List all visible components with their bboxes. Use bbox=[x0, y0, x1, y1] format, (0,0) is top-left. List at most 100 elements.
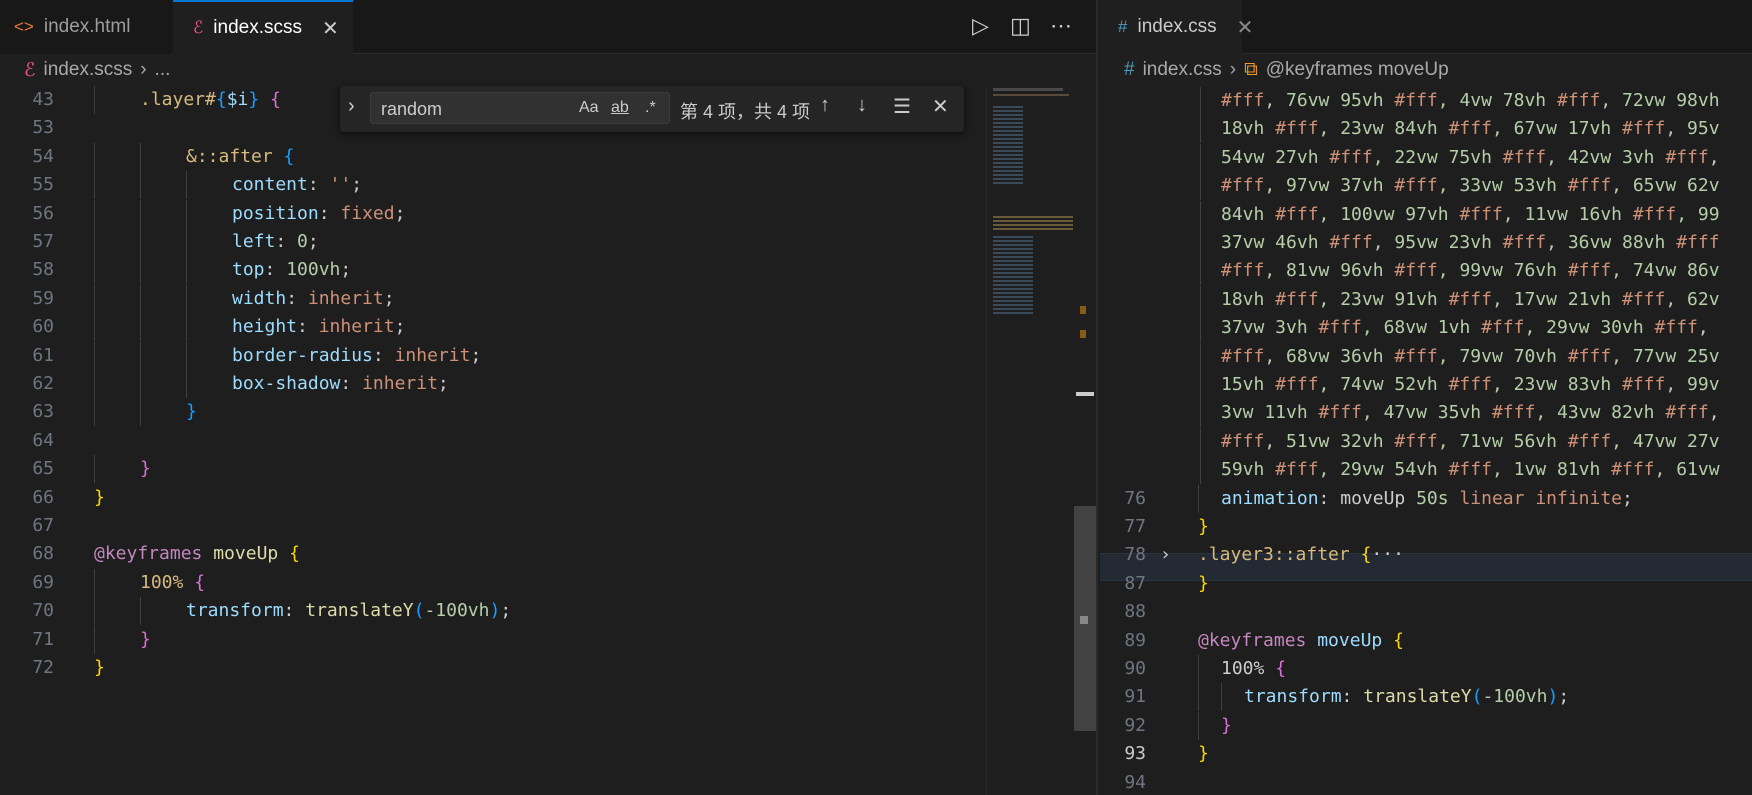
next-match-arrow-icon[interactable]: ↓ bbox=[857, 94, 867, 117]
code-line[interactable]: 66} bbox=[0, 484, 986, 512]
more-actions-icon[interactable]: ⋯ bbox=[1050, 13, 1072, 39]
tab-index-scss[interactable]: ℰ index.scss ✕ bbox=[173, 0, 353, 54]
match-whole-word-toggle[interactable]: ab bbox=[611, 99, 629, 117]
indent-guide bbox=[186, 313, 187, 342]
indent-guide bbox=[1198, 655, 1199, 683]
code-line[interactable]: 94 bbox=[1100, 769, 1752, 795]
close-icon[interactable]: ✕ bbox=[1237, 15, 1254, 40]
indent-guide bbox=[94, 313, 95, 342]
code-text: 84vh #fff, 100vw 97vh #fff, 11vw 16vh #f… bbox=[1221, 203, 1720, 225]
match-case-toggle[interactable]: Aa bbox=[579, 99, 599, 117]
code-line[interactable]: 91 transform: translateY(-100vh); bbox=[1100, 683, 1752, 712]
indent-guide bbox=[1200, 200, 1201, 229]
code-line[interactable]: 67 bbox=[0, 512, 986, 540]
line-number: 89 bbox=[1124, 629, 1146, 651]
tab-label: index.scss bbox=[213, 17, 302, 38]
code-line[interactable]: 71} bbox=[0, 625, 986, 654]
line-number: 60 bbox=[32, 316, 54, 338]
code-line[interactable]: 64 bbox=[0, 427, 986, 455]
scrollbar-thumb[interactable] bbox=[1074, 506, 1096, 731]
line-number: 67 bbox=[32, 515, 54, 536]
minimap[interactable] bbox=[986, 86, 1075, 795]
code-text: #fff, 97vw 37vh #fff, 33vw 53vh #fff, 65… bbox=[1221, 175, 1720, 197]
code-line[interactable]: 70 transform: translateY(-100vh); bbox=[0, 597, 986, 626]
indent-guide bbox=[140, 284, 141, 313]
line-number: 93 bbox=[1124, 743, 1146, 765]
code-text: .layer3::after {··· bbox=[1198, 544, 1404, 566]
breadcrumb-rest[interactable]: ... bbox=[155, 59, 171, 81]
line-number: 77 bbox=[1124, 516, 1146, 537]
breadcrumb-file[interactable]: index.css bbox=[1143, 59, 1222, 81]
code-text: border-radius: inherit; bbox=[232, 344, 482, 366]
code-line[interactable]: 62 box-shadow: inherit; bbox=[0, 370, 986, 398]
code-text: @keyframes moveUp { bbox=[1198, 629, 1404, 651]
code-line[interactable]: 60 height: inherit; bbox=[0, 313, 986, 342]
indent-guide bbox=[1200, 285, 1201, 314]
code-line[interactable]: 92} bbox=[1100, 711, 1752, 740]
code-line[interactable]: 88 bbox=[1100, 598, 1752, 626]
code-text: transform: translateY(-100vh); bbox=[1244, 686, 1570, 708]
close-find-icon[interactable]: ✕ bbox=[932, 94, 949, 119]
code-line[interactable]: 57 left: 0; bbox=[0, 228, 986, 256]
code-line[interactable]: 58 top: 100vh; bbox=[0, 256, 986, 285]
code-line[interactable]: 68 @keyframes moveUp { bbox=[0, 540, 986, 568]
indent-guide bbox=[94, 568, 95, 597]
code-text: } bbox=[140, 628, 151, 650]
code-text: 37vw 46vh #fff, 95vw 23vh #fff, 36vw 88v… bbox=[1221, 232, 1720, 253]
indent-guide bbox=[94, 398, 95, 427]
code-line[interactable]: 93} bbox=[1100, 740, 1752, 768]
css-editor[interactable]: #fff, 76vw 95vh #fff, 4vw 78vh #fff, 72v… bbox=[1100, 86, 1752, 795]
code-line[interactable]: 56 position: fixed; bbox=[0, 199, 986, 228]
line-number: 54 bbox=[32, 145, 54, 167]
editor-group-divider[interactable] bbox=[1096, 0, 1098, 795]
code-line[interactable]: 89 @keyframes moveUp { bbox=[1100, 627, 1752, 655]
scss-editor[interactable]: 43 .layer#{$i} {53 54 &::after {55 content: … bbox=[0, 86, 986, 795]
split-editor-icon[interactable]: ◫ bbox=[1010, 13, 1031, 39]
indent-guide bbox=[1221, 683, 1222, 712]
close-icon[interactable]: ✕ bbox=[322, 16, 339, 41]
line-number: 91 bbox=[1124, 686, 1146, 708]
code-line[interactable]: 87} bbox=[1100, 570, 1752, 598]
code-line[interactable]: 76 animation: moveUp 50s linear infinite; bbox=[1100, 484, 1752, 513]
code-line[interactable]: 59 width: inherit; bbox=[0, 284, 986, 313]
run-icon[interactable]: ▷ bbox=[972, 13, 989, 39]
code-line[interactable]: 63} bbox=[0, 398, 986, 427]
indent-guide bbox=[94, 256, 95, 285]
code-text: } bbox=[1198, 572, 1209, 594]
indent-guide bbox=[94, 171, 95, 200]
code-line[interactable]: 55 content: ''; bbox=[0, 171, 986, 200]
previous-match-arrow-icon[interactable]: ↑ bbox=[820, 94, 830, 117]
use-regex-toggle[interactable]: .* bbox=[645, 99, 656, 117]
code-text: left: 0; bbox=[232, 231, 319, 252]
line-number: 53 bbox=[32, 117, 54, 139]
code-line[interactable]: 77} bbox=[1100, 513, 1752, 541]
fold-chevron-icon[interactable]: › bbox=[1160, 541, 1171, 569]
scss-file-icon: ℰ bbox=[193, 18, 204, 37]
tab-index-html[interactable]: <> index.html bbox=[0, 0, 172, 54]
line-number: 61 bbox=[32, 344, 54, 366]
indent-guide bbox=[94, 455, 95, 484]
find-in-selection-icon[interactable]: ☰ bbox=[893, 94, 911, 119]
code-line[interactable]: 78 › .layer3::after {··· bbox=[1100, 541, 1752, 569]
indent-guide bbox=[94, 228, 95, 256]
code-line[interactable]: 90 100% { bbox=[1100, 655, 1752, 683]
line-number: 66 bbox=[32, 486, 54, 508]
code-line[interactable]: 65} bbox=[0, 455, 986, 484]
html-file-icon: <> bbox=[14, 17, 34, 36]
find-widget: › Aa ab .* 第 4 项，共 4 项 ↑ ↓ ☰ ✕ bbox=[340, 86, 964, 132]
line-number: 68 bbox=[32, 543, 54, 565]
find-input[interactable] bbox=[379, 96, 563, 122]
tab-index-css[interactable]: # index.css ✕ bbox=[1098, 0, 1253, 54]
code-line[interactable]: 54 &::after { bbox=[0, 142, 986, 171]
code-line[interactable]: 61 border-radius: inherit; bbox=[0, 341, 986, 370]
indent-guide bbox=[94, 284, 95, 313]
code-line[interactable]: 72} bbox=[0, 654, 986, 682]
tab-label: index.html bbox=[43, 16, 131, 37]
code-text: 100% { bbox=[140, 571, 206, 593]
indent-guide bbox=[140, 313, 141, 342]
breadcrumb-symbol[interactable]: @keyframes moveUp bbox=[1266, 59, 1449, 81]
code-line[interactable]: 69 100% { bbox=[0, 568, 986, 597]
code-text: } bbox=[1198, 516, 1209, 537]
breadcrumb-file[interactable]: index.scss bbox=[44, 59, 133, 81]
toggle-replace-chevron-icon[interactable]: › bbox=[348, 95, 355, 118]
